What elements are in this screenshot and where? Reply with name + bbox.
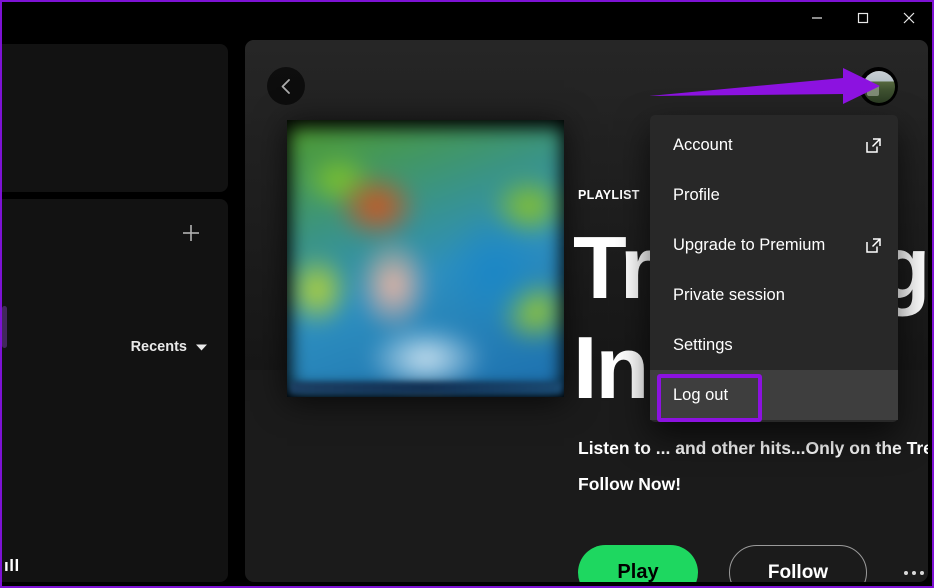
menu-item-label: Log out [673,385,729,404]
window-title-bar [2,2,932,34]
menu-item-label: Private session [673,285,785,304]
sidebar-top-card [2,44,228,192]
sidebar-scrollbar[interactable] [2,306,7,348]
avatar-image [862,70,895,103]
playlist-cover-art [287,120,564,397]
cover-bottom-strip [290,382,562,394]
maximize-button[interactable] [840,2,886,34]
menu-item-upgrade-to-premium[interactable]: Upgrade to Premium [650,220,898,270]
menu-item-log-out[interactable]: Log out [650,370,898,420]
play-button[interactable]: Play [578,545,698,582]
cover-image [290,128,562,390]
plus-icon[interactable] [180,222,202,244]
menu-item-label: Settings [673,335,733,354]
minimize-button[interactable] [794,2,840,34]
back-button[interactable] [267,67,305,105]
sidebar-sort-recents[interactable]: Recents [131,339,208,355]
playlist-description: Listen to ... and other hits...Only on t… [578,438,928,494]
playlist-kicker: PLAYLIST [578,188,640,202]
menu-item-settings[interactable]: Settings [650,320,898,370]
external-link-icon [866,237,881,253]
sidebar-bottom-stub: ıll [4,556,20,575]
spotify-desktop-window: Recents ıll PLAYLIST Trending Insta List… [0,0,934,588]
menu-item-label: Account [673,135,733,154]
close-button[interactable] [886,2,932,34]
account-dropdown-menu: Account Profile Upgrade to Premium Priva… [650,115,898,422]
playlist-actions: Play Follow [578,545,924,582]
left-sidebar: Recents ıll [2,34,236,586]
avatar[interactable] [859,67,898,106]
more-options-icon[interactable] [904,570,924,575]
follow-button[interactable]: Follow [729,545,867,582]
menu-item-profile[interactable]: Profile [650,170,898,220]
menu-item-label: Upgrade to Premium [673,235,826,254]
menu-item-label: Profile [673,185,720,204]
external-link-icon [866,137,881,153]
sidebar-sort-label: Recents [130,339,187,355]
chevron-down-icon [196,344,207,350]
menu-item-account[interactable]: Account [650,120,898,170]
menu-item-private-session[interactable]: Private session [650,270,898,320]
sidebar-library-card [2,199,228,582]
